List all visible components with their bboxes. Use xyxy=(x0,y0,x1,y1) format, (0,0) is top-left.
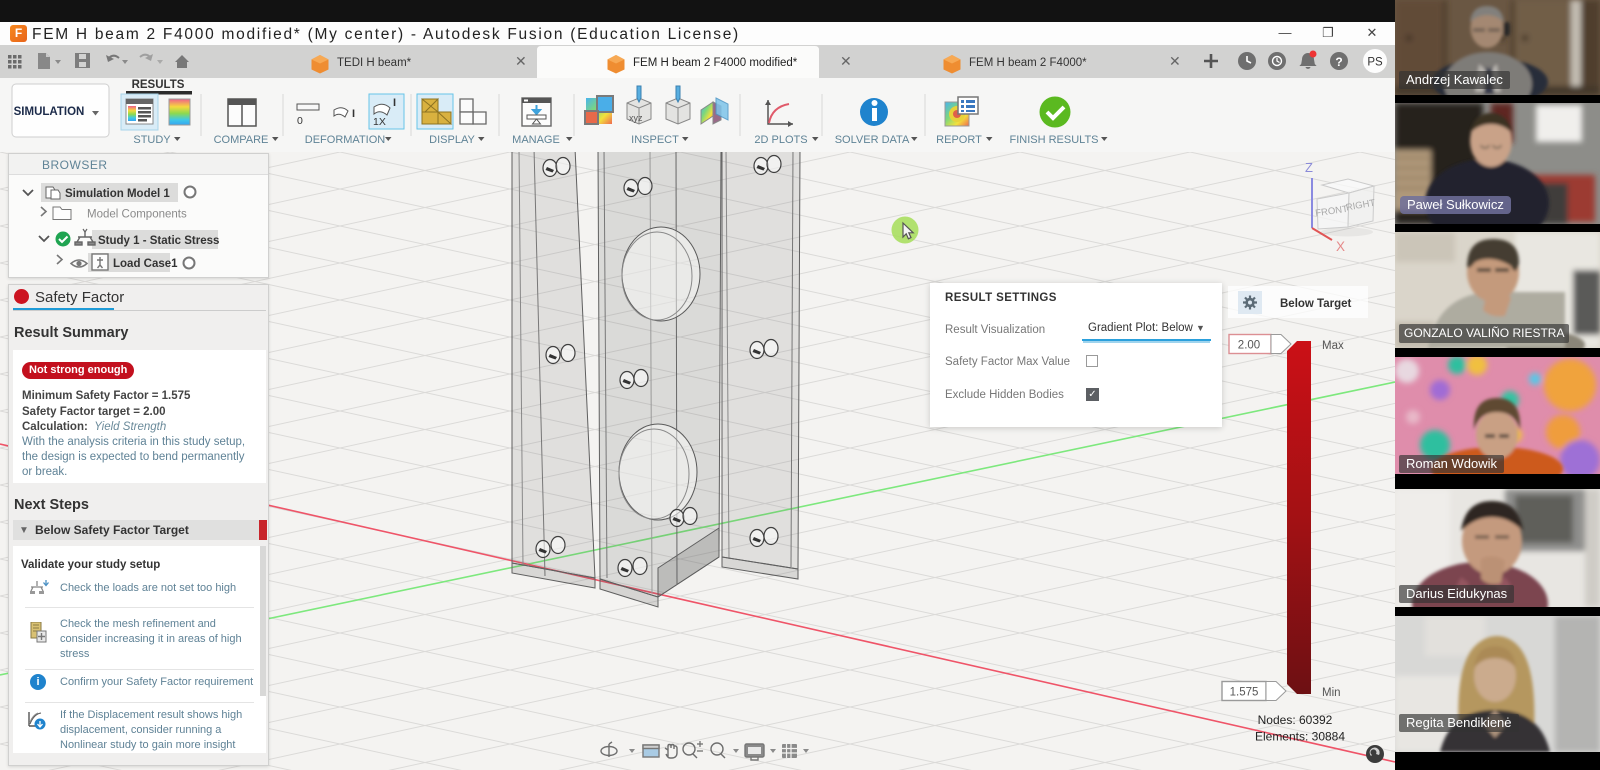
svg-text:Study 1 - Static Stress: Study 1 - Static Stress xyxy=(98,235,219,247)
svg-text:0: 0 xyxy=(297,115,303,127)
svg-text:I: I xyxy=(393,97,396,109)
svg-text:I: I xyxy=(352,108,355,120)
svg-text:Elements: 30884: Elements: 30884 xyxy=(1255,730,1345,744)
svg-text:Simulation Model 1: Simulation Model 1 xyxy=(65,188,170,200)
svg-text:INSPECT: INSPECT xyxy=(631,134,679,146)
svg-text:2D PLOTS: 2D PLOTS xyxy=(754,134,807,146)
svg-text:FEM H beam 2 F4000*: FEM H beam 2 F4000* xyxy=(969,57,1087,69)
svg-text:✕: ✕ xyxy=(840,53,852,69)
svg-text:SOLVER DATA: SOLVER DATA xyxy=(835,134,910,146)
svg-text:✕: ✕ xyxy=(1169,53,1181,69)
svg-text:DEFORMATION: DEFORMATION xyxy=(305,134,386,146)
svg-text:PS: PS xyxy=(1367,57,1383,69)
svg-text:FINISH RESULTS: FINISH RESULTS xyxy=(1009,134,1098,146)
svg-text:TEDI H beam*: TEDI H beam* xyxy=(337,57,412,69)
svg-text:Load Case1: Load Case1 xyxy=(113,258,178,270)
svg-text:STUDY: STUDY xyxy=(133,134,171,146)
svg-text:1.575: 1.575 xyxy=(1230,687,1259,699)
svg-text:2.00: 2.00 xyxy=(1238,340,1260,352)
svg-text:DISPLAY: DISPLAY xyxy=(429,134,475,146)
svg-text:?: ? xyxy=(1335,55,1342,69)
svg-text:Nodes: 60392: Nodes: 60392 xyxy=(1258,713,1333,727)
svg-text:Model Components: Model Components xyxy=(87,209,187,221)
svg-text:REPORT: REPORT xyxy=(936,134,982,146)
svg-text:✕: ✕ xyxy=(515,53,527,69)
svg-text:COMPARE: COMPARE xyxy=(214,134,269,146)
svg-text:Z: Z xyxy=(1305,160,1313,175)
svg-text:FEM H beam 2 F4000 modified*: FEM H beam 2 F4000 modified* xyxy=(633,57,798,69)
svg-text:Min: Min xyxy=(1322,687,1341,699)
svg-text:xyz: xyz xyxy=(629,113,643,123)
svg-text:Below Target: Below Target xyxy=(1280,298,1352,310)
svg-text:X: X xyxy=(1336,239,1345,254)
svg-text:RESULTS: RESULTS xyxy=(132,79,185,91)
svg-text:Max: Max xyxy=(1322,340,1344,352)
svg-text:MANAGE: MANAGE xyxy=(512,134,560,146)
svg-text:1X: 1X xyxy=(373,116,386,128)
svg-text:SIMULATION: SIMULATION xyxy=(14,106,85,118)
